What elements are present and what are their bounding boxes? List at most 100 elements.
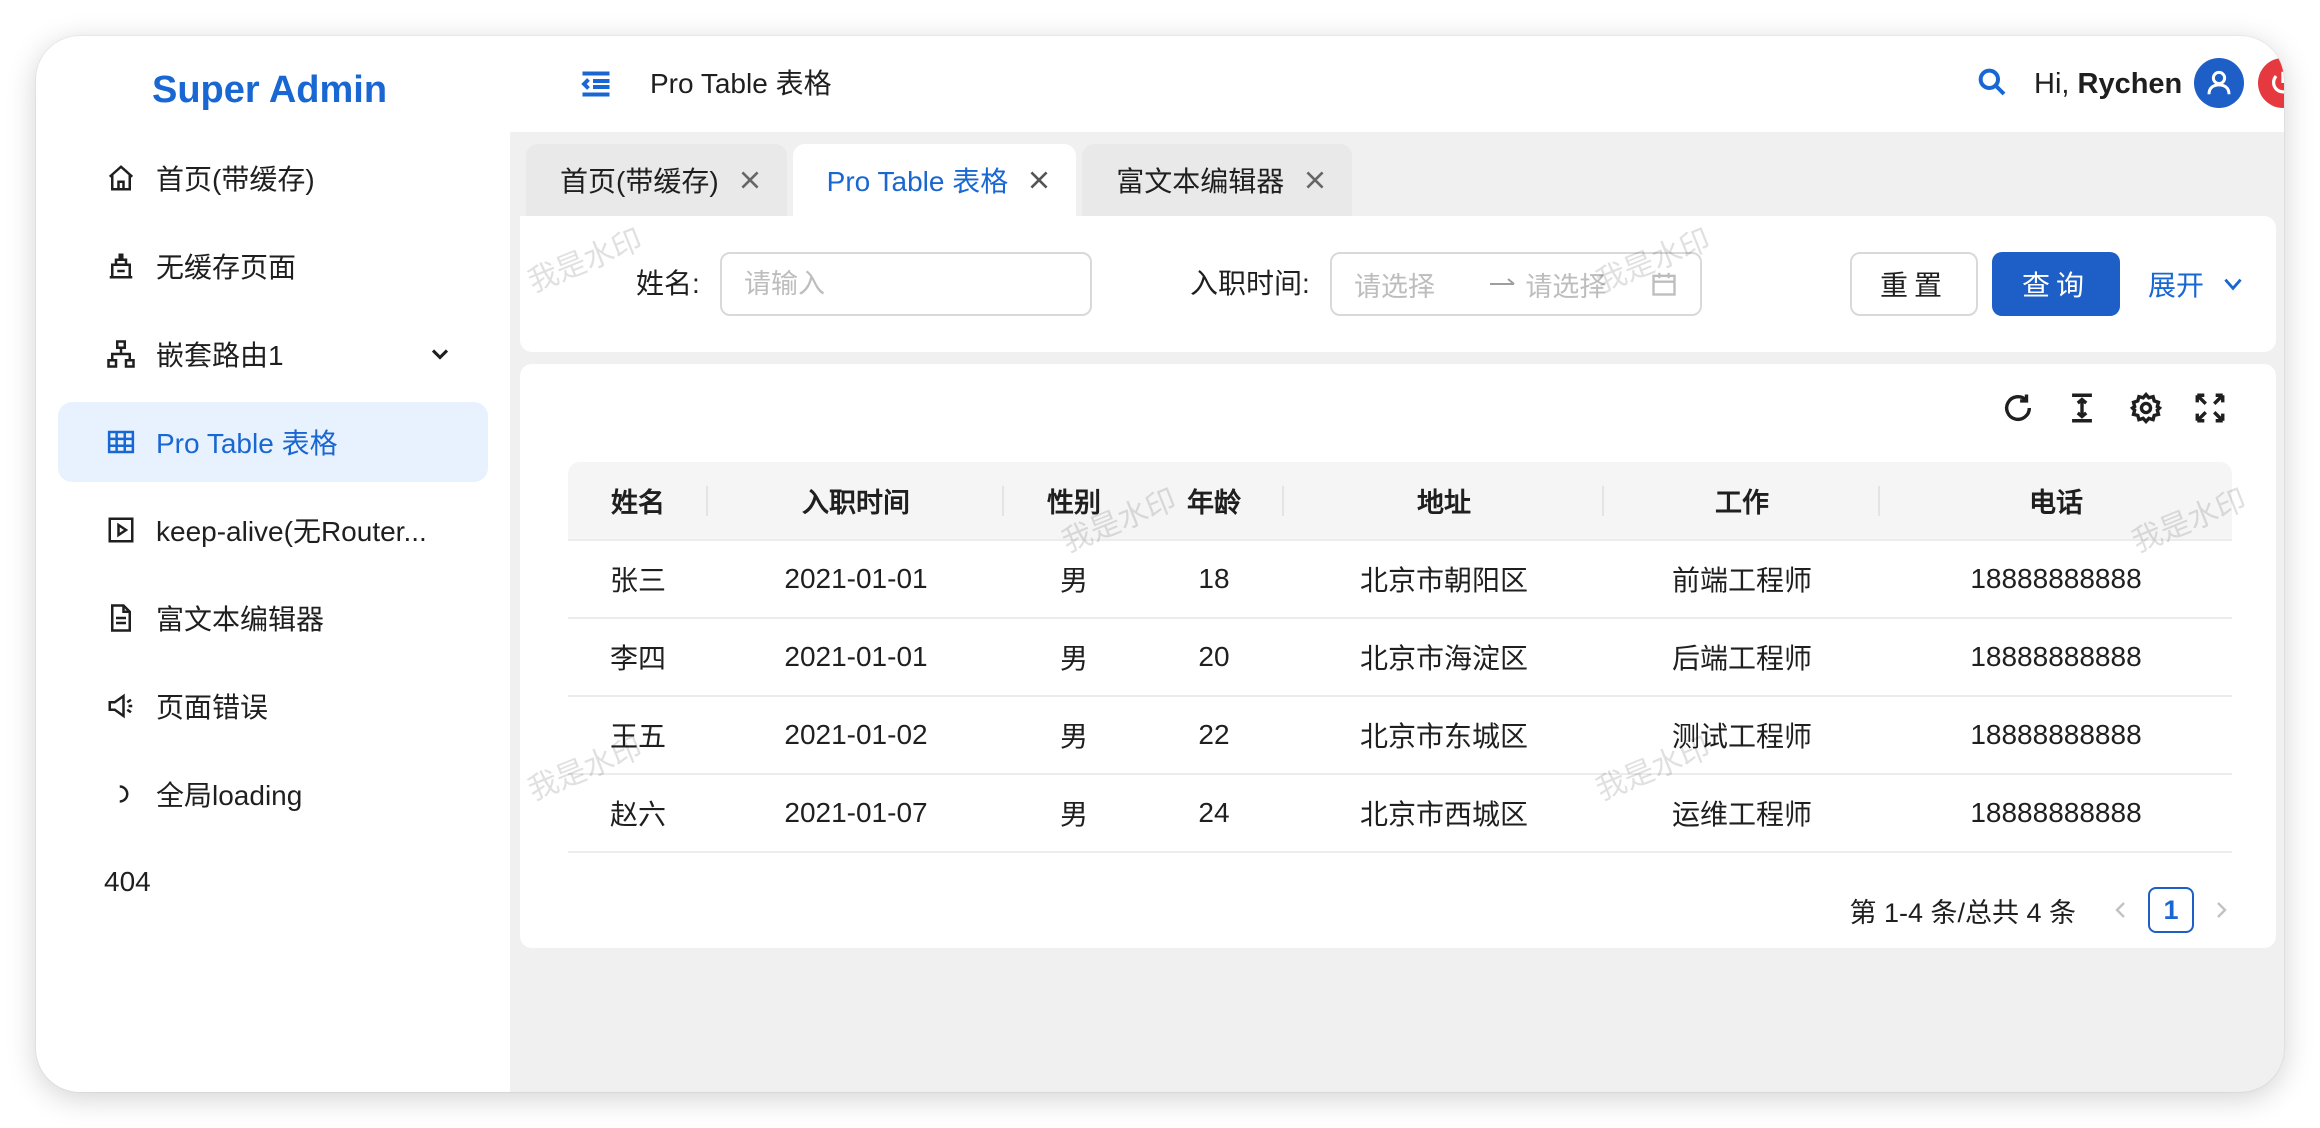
pagination: 第 1-4 条/总共 4 条 1	[1849, 884, 2236, 936]
expand-toggle[interactable]: 展开	[2148, 252, 2246, 316]
table-cell: 男	[1004, 618, 1144, 697]
user-greeting: Hi, Rychen	[2034, 62, 2182, 106]
close-icon[interactable]	[1026, 167, 1052, 193]
page-number-button[interactable]: 1	[2148, 887, 2194, 933]
table-cell: 2021-01-07	[708, 774, 1004, 853]
user-icon	[2207, 70, 2231, 95]
table-cell: 北京市海淀区	[1284, 618, 1604, 697]
column-header-label: 姓名	[611, 488, 665, 518]
tab-label: 富文本编辑器	[1116, 166, 1285, 197]
app-logo[interactable]: Super Admin	[152, 60, 387, 120]
sidebar-item-label: 富文本编辑器	[156, 604, 325, 635]
table-row[interactable]: 赵六 2021-01-07 男 24 北京市西城区 运维工程师 18888888…	[568, 774, 2232, 853]
refresh-icon[interactable]	[1998, 388, 2038, 428]
column-header-label: 年龄	[1187, 488, 1241, 518]
sidebar-item-keep-alive[interactable]: keep-alive(无Router...	[58, 490, 488, 570]
table-cell: 18888888888	[1880, 696, 2232, 775]
column-header[interactable]: 年龄	[1144, 462, 1284, 541]
user-avatar-button[interactable]	[2194, 58, 2244, 108]
data-table: 姓名 入职时间 性别 年龄 地址 工作 电话 张三 2021-01-01 男 1…	[568, 462, 2232, 853]
column-header[interactable]: 姓名	[568, 462, 708, 541]
sound-icon	[104, 689, 138, 723]
top-header: Pro Table 表格 Hi, Rychen	[510, 36, 2284, 132]
table-row[interactable]: 李四 2021-01-01 男 20 北京市海淀区 后端工程师 18888888…	[568, 618, 2232, 697]
factory-icon	[104, 249, 138, 283]
sidebar-item-rich-text[interactable]: 富文本编辑器	[58, 578, 488, 658]
date-field-label: 入职时间:	[1190, 268, 1310, 299]
search-icon[interactable]	[1976, 66, 2012, 102]
table-cell: 张三	[568, 540, 708, 619]
close-icon[interactable]	[737, 167, 763, 193]
user-name: Rychen	[2077, 68, 2183, 100]
loading-icon	[104, 777, 138, 811]
tab-label: Pro Table 表格	[826, 166, 1009, 197]
home-icon	[104, 161, 138, 195]
chevron-right-icon[interactable]	[2206, 895, 2236, 925]
table-cell: 王五	[568, 696, 708, 775]
table-cell: 18888888888	[1880, 774, 2232, 853]
sidebar-item-label: 嵌套路由1	[156, 340, 284, 371]
table-cell: 18888888888	[1880, 540, 2232, 619]
pagination-total: 第 1-4 条/总共 4 条	[1849, 897, 2076, 928]
table-cell: 2021-01-01	[708, 540, 1004, 619]
chevron-left-icon[interactable]	[2106, 895, 2136, 925]
name-input[interactable]	[720, 252, 1092, 316]
sidebar-item-404[interactable]: 404	[58, 842, 488, 922]
column-header[interactable]: 入职时间	[708, 462, 1004, 541]
column-header-label: 性别	[1047, 488, 1101, 518]
power-icon	[2272, 71, 2284, 94]
close-icon[interactable]	[1302, 167, 1328, 193]
sidebar-item-label: 首页(带缓存)	[156, 164, 315, 195]
sidebar-item-nested-route[interactable]: 嵌套路由1	[58, 314, 488, 394]
table-cell: 李四	[568, 618, 708, 697]
table-cell: 后端工程师	[1604, 618, 1880, 697]
table-cell: 赵六	[568, 774, 708, 853]
table-cell: 18888888888	[1880, 618, 2232, 697]
table-cell: 北京市东城区	[1284, 696, 1604, 775]
date-range-picker[interactable]: 请选择 请选择	[1330, 252, 1702, 316]
table-row[interactable]: 张三 2021-01-01 男 18 北京市朝阳区 前端工程师 18888888…	[568, 540, 2232, 619]
sidebar-item-page-error[interactable]: 页面错误	[58, 666, 488, 746]
table-cell: 男	[1004, 540, 1144, 619]
column-header[interactable]: 工作	[1604, 462, 1880, 541]
settings-icon[interactable]	[2126, 388, 2166, 428]
page-title: Pro Table 表格	[650, 68, 832, 99]
sidebar-item-label: 404	[104, 866, 151, 897]
column-header-label: 地址	[1417, 488, 1471, 518]
column-header[interactable]: 电话	[1880, 462, 2232, 541]
tab-pro-table[interactable]: Pro Table 表格	[792, 144, 1077, 216]
column-header-label: 工作	[1715, 488, 1769, 518]
column-header[interactable]: 性别	[1004, 462, 1144, 541]
sidebar-item-global-loading[interactable]: 全局loading	[58, 754, 488, 834]
table-cell: 前端工程师	[1604, 540, 1880, 619]
table-cell: 北京市西城区	[1284, 774, 1604, 853]
chevron-down-icon[interactable]	[426, 340, 454, 368]
sidebar-item-label: 页面错误	[156, 692, 269, 723]
date-end-input[interactable]: 请选择	[1525, 265, 1650, 304]
logout-button[interactable]	[2258, 58, 2284, 108]
play-square-icon	[104, 513, 138, 547]
sidebar-item-pro-table[interactable]: Pro Table 表格	[58, 402, 488, 482]
sidebar-item-home[interactable]: 首页(带缓存)	[58, 138, 488, 218]
query-button[interactable]: 查询	[1992, 252, 2120, 316]
app-window: Super Admin 首页(带缓存) 无缓存页面 嵌套路由1 Pro Tabl…	[36, 36, 2284, 1092]
table-row[interactable]: 王五 2021-01-02 男 22 北京市东城区 测试工程师 18888888…	[568, 696, 2232, 775]
table-cell: 18	[1144, 540, 1284, 619]
date-start-input[interactable]: 请选择	[1354, 265, 1479, 304]
fullscreen-icon[interactable]	[2190, 388, 2230, 428]
tab-rich-text[interactable]: 富文本编辑器	[1082, 144, 1353, 216]
sidebar-item-label: 无缓存页面	[156, 252, 297, 283]
column-height-icon[interactable]	[2062, 388, 2102, 428]
table-cell: 男	[1004, 696, 1144, 775]
table-cell: 2021-01-01	[708, 618, 1004, 697]
sidebar-item-no-cache[interactable]: 无缓存页面	[58, 226, 488, 306]
table-cell: 北京市朝阳区	[1284, 540, 1604, 619]
tab-home[interactable]: 首页(带缓存)	[526, 144, 787, 216]
table-cell: 男	[1004, 774, 1144, 853]
column-header[interactable]: 地址	[1284, 462, 1604, 541]
menu-collapse-icon[interactable]	[578, 66, 614, 102]
reset-button[interactable]: 重置	[1850, 252, 1978, 316]
sidebar-menu: 首页(带缓存) 无缓存页面 嵌套路由1 Pro Table 表格 keep-al…	[58, 138, 488, 930]
sitemap-icon	[104, 337, 138, 371]
table-header-row: 姓名 入职时间 性别 年龄 地址 工作 电话	[568, 462, 2232, 541]
